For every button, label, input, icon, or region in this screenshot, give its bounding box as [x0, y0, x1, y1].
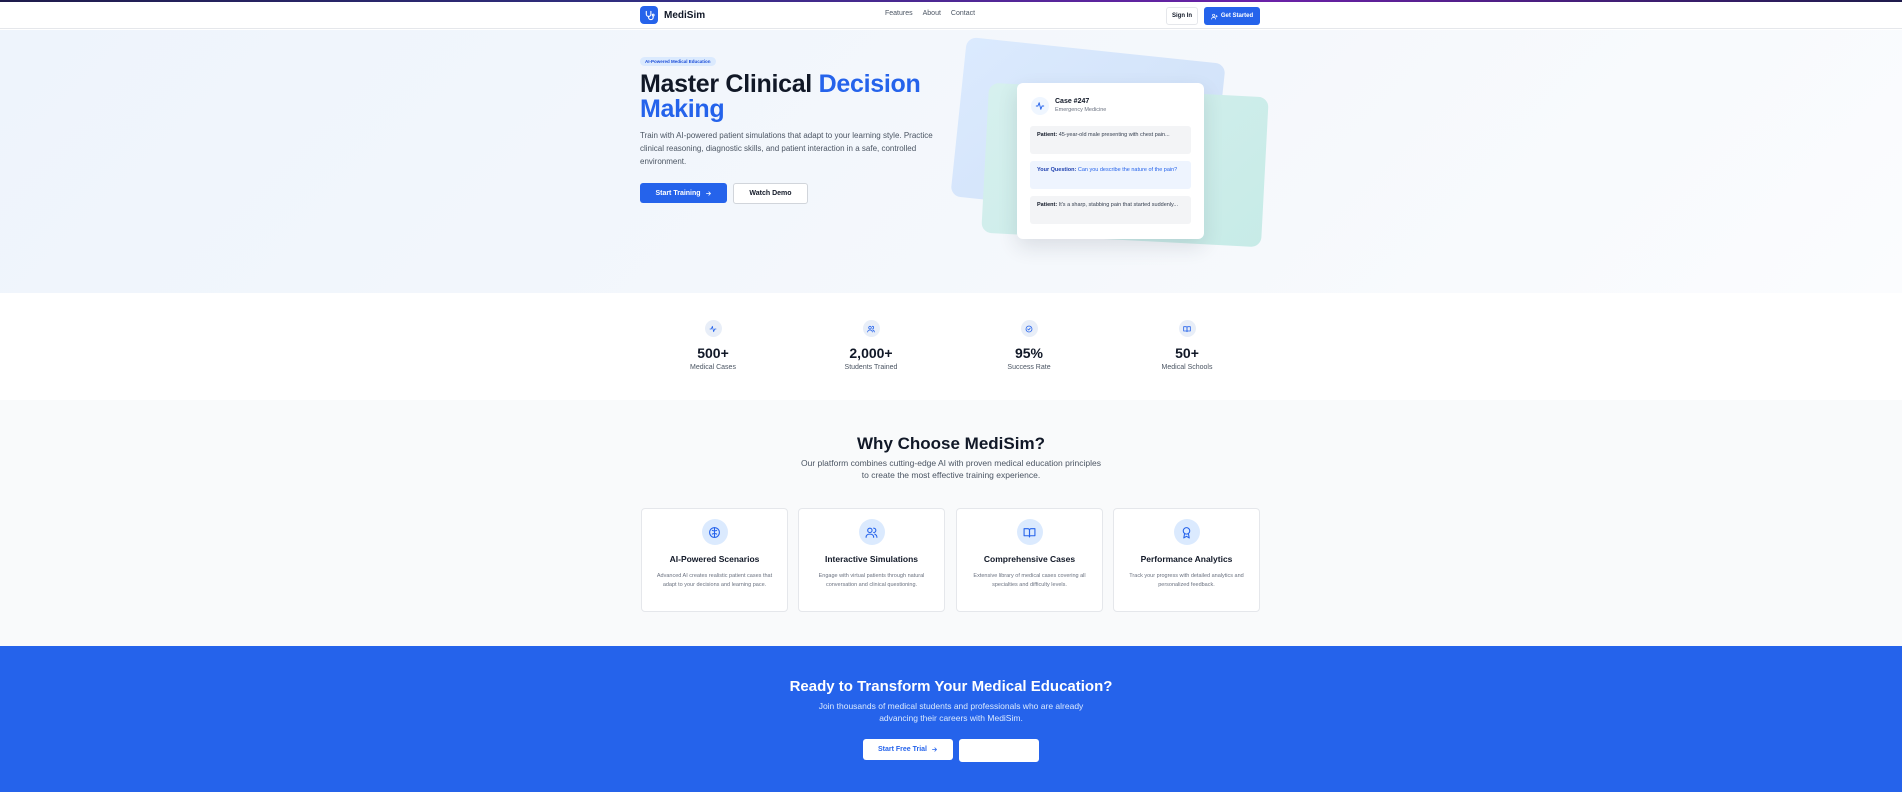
stats-section: 500+ Medical Cases 2,000+ Students Train…	[0, 293, 1902, 400]
feature-card-title: Interactive Simulations	[824, 554, 919, 564]
message-text: Can you describe the nature of the pain?	[1077, 167, 1178, 173]
stat-item: 95% Success Rate	[969, 320, 1089, 371]
logo[interactable]: MediSim	[640, 6, 705, 24]
message-speaker: Patient:	[1037, 132, 1058, 138]
stat-item: 500+ Medical Cases	[653, 320, 773, 371]
case-title: Case #247	[1055, 98, 1090, 105]
features-section: Why Choose MediSim? Our platform combine…	[0, 400, 1902, 646]
feature-card-description: Track your progress with detailed analyt…	[1129, 573, 1244, 588]
check-circle-icon	[1020, 320, 1038, 337]
nav-link-about[interactable]: About	[923, 10, 941, 17]
secondary-cta-button[interactable]	[959, 739, 1039, 762]
feature-card: Performance Analytics Track your progres…	[1113, 508, 1260, 612]
cta-section: Ready to Transform Your Medical Educatio…	[0, 646, 1902, 792]
start-training-label: Start Training	[655, 189, 701, 197]
features-title: Why Choose MediSim?	[857, 434, 1045, 453]
case-subtitle: Emergency Medicine	[1055, 107, 1107, 113]
stat-label: Success Rate	[1007, 364, 1051, 371]
activity-icon	[704, 320, 722, 337]
feature-card-title: Comprehensive Cases	[983, 554, 1076, 564]
start-free-trial-button[interactable]: Start Free Trial	[863, 739, 953, 760]
hero-title: Master Clinical Decision Making	[640, 72, 960, 122]
stat-item: 50+ Medical Schools	[1127, 320, 1247, 371]
feature-card-title: AI-Powered Scenarios	[669, 554, 760, 564]
get-started-button[interactable]: Get Started	[1204, 7, 1260, 25]
feature-card-title: Performance Analytics	[1140, 554, 1233, 564]
get-started-label: Get Started	[1220, 13, 1254, 19]
message-speaker: Your Question:	[1037, 167, 1077, 173]
stat-value: 95%	[1014, 345, 1044, 361]
stat-label: Medical Cases	[690, 364, 736, 371]
book-open-icon	[1016, 519, 1043, 545]
nav-link-contact[interactable]: Contact	[951, 10, 975, 17]
book-icon	[1178, 320, 1196, 337]
stat-label: Medical Schools	[1161, 364, 1213, 371]
site-header: MediSim Features About Contact Sign In G…	[0, 2, 1902, 29]
users-icon	[862, 320, 880, 337]
stat-value: 50+	[1175, 345, 1199, 361]
cta-subtitle: Join thousands of medical students and p…	[818, 701, 1084, 723]
stat-label: Students Trained	[844, 364, 898, 371]
sign-in-button[interactable]: Sign In	[1166, 7, 1198, 25]
message-text: It's a sharp, stabbing pain that started…	[1058, 202, 1178, 208]
features-subtitle: Our platform combines cutting-edge AI wi…	[801, 458, 1102, 480]
users-icon	[858, 519, 885, 545]
message-text: 45-year-old male presenting with chest p…	[1058, 132, 1170, 138]
feature-card: Comprehensive Cases Extensive library of…	[956, 508, 1103, 612]
hero-badge: AI-Powered Medical Education	[640, 57, 716, 66]
watch-demo-button[interactable]: Watch Demo	[733, 183, 808, 204]
hero-section	[0, 30, 1902, 293]
hero-title-main: Master Clinical	[640, 70, 819, 98]
activity-icon	[1031, 97, 1049, 115]
case-preview-card: Case #247 Emergency Medicine Patient: 45…	[1017, 83, 1204, 239]
start-training-button[interactable]: Start Training	[640, 183, 727, 203]
arrow-right-icon	[705, 190, 712, 197]
feature-card: Interactive Simulations Engage with virt…	[798, 508, 945, 612]
stat-item: 2,000+ Students Trained	[811, 320, 931, 371]
feature-card: AI-Powered Scenarios Advanced AI creates…	[641, 508, 788, 612]
feature-card-description: Engage with virtual patients through nat…	[818, 573, 925, 588]
chat-message-patient: Patient: 45-year-old male presenting wit…	[1030, 126, 1191, 154]
hero-description: Train with AI-powered patient simulation…	[640, 131, 933, 166]
arrow-right-icon	[931, 746, 938, 753]
start-free-trial-label: Start Free Trial	[877, 746, 928, 753]
chat-message-question: Your Question: Can you describe the natu…	[1030, 161, 1191, 189]
award-icon	[1173, 519, 1200, 545]
stat-value: 500+	[697, 345, 729, 361]
brain-icon	[701, 519, 728, 545]
feature-card-description: Extensive library of medical cases cover…	[973, 573, 1086, 588]
cta-title: Ready to Transform Your Medical Educatio…	[789, 678, 1113, 695]
chat-message-patient: Patient: It's a sharp, stabbing pain tha…	[1030, 196, 1191, 224]
stethoscope-icon	[640, 6, 658, 24]
message-speaker: Patient:	[1037, 202, 1058, 208]
logo-text: MediSim	[664, 9, 706, 21]
main-nav: Features About Contact	[885, 10, 975, 17]
nav-link-features[interactable]: Features	[885, 10, 913, 17]
feature-card-description: Advanced AI creates realistic patient ca…	[656, 573, 773, 588]
user-plus-icon	[1211, 13, 1218, 20]
stat-value: 2,000+	[849, 345, 893, 361]
